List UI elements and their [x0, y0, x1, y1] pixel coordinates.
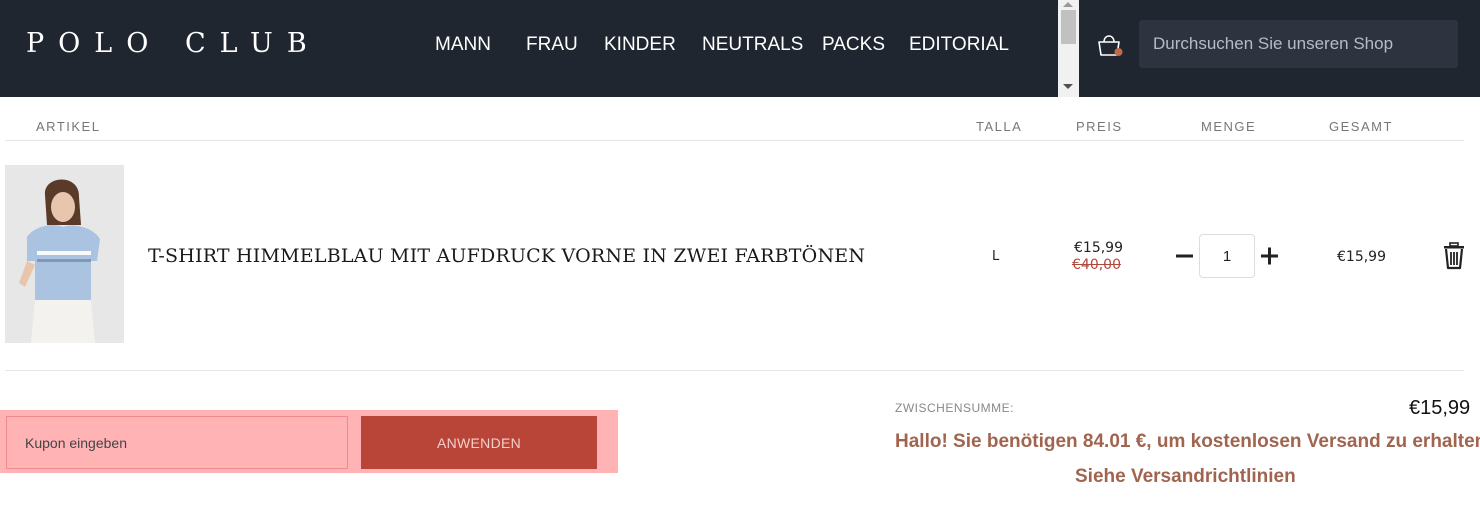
item-size: L — [992, 249, 1000, 264]
scrollbar-thumb[interactable] — [1061, 10, 1076, 44]
product-name[interactable]: T-SHIRT HIMMELBLAU MIT AUFDRUCK VORNE IN… — [148, 245, 865, 267]
scroll-up-arrow-icon[interactable] — [1063, 2, 1073, 7]
item-total: €15,99 — [1337, 249, 1386, 265]
nav-item-editorial[interactable]: EDITORIAL — [909, 34, 1009, 56]
site-logo[interactable]: POLO CLUB — [26, 28, 321, 59]
nav-item-kinder[interactable]: KINDER — [604, 34, 676, 56]
apply-coupon-button[interactable]: ANWENDEN — [361, 416, 597, 469]
nav-item-mann[interactable]: MANN — [435, 34, 491, 56]
scroll-down-arrow-icon[interactable] — [1063, 84, 1073, 89]
column-header-article: ARTIKEL — [36, 119, 101, 134]
search-input[interactable] — [1139, 20, 1458, 68]
nav-item-packs[interactable]: PACKS — [822, 34, 885, 56]
site-header: POLO CLUB MANN FRAU KINDER NEUTRALS PACK… — [0, 0, 1480, 97]
shipping-policy-link[interactable]: Siehe Versandrichtlinien — [1075, 466, 1296, 488]
trash-icon — [1444, 242, 1464, 270]
item-original-price: €40,00 — [1072, 257, 1121, 273]
remove-item-button[interactable] — [1441, 242, 1467, 270]
increase-quantity-button[interactable] — [1258, 243, 1282, 269]
column-header-size: TALLA — [976, 119, 1023, 134]
product-image[interactable] — [5, 165, 124, 343]
decrease-quantity-button[interactable] — [1173, 243, 1197, 269]
quantity-input[interactable] — [1199, 234, 1255, 278]
column-header-total: GESAMT — [1329, 119, 1393, 134]
plus-icon — [1261, 247, 1278, 265]
nav-item-frau[interactable]: FRAU — [526, 34, 578, 56]
minus-icon — [1176, 254, 1193, 258]
subtotal-label: ZWISCHENSUMME: — [895, 401, 1014, 415]
column-header-quantity: MENGE — [1201, 119, 1257, 134]
divider — [5, 370, 1464, 371]
column-header-price: PREIS — [1076, 119, 1123, 134]
item-price: €15,99 — [1074, 240, 1123, 256]
nav-item-neutrals[interactable]: NEUTRALS — [702, 34, 803, 56]
coupon-input[interactable] — [6, 416, 348, 469]
divider — [5, 140, 1464, 141]
shopping-bag-icon[interactable] — [1095, 30, 1125, 60]
free-shipping-message: Hallo! Sie benötigen 84.01 €, um kostenl… — [895, 431, 1480, 452]
scrollbar[interactable] — [1058, 0, 1079, 97]
subtotal-value: €15,99 — [1409, 397, 1471, 419]
